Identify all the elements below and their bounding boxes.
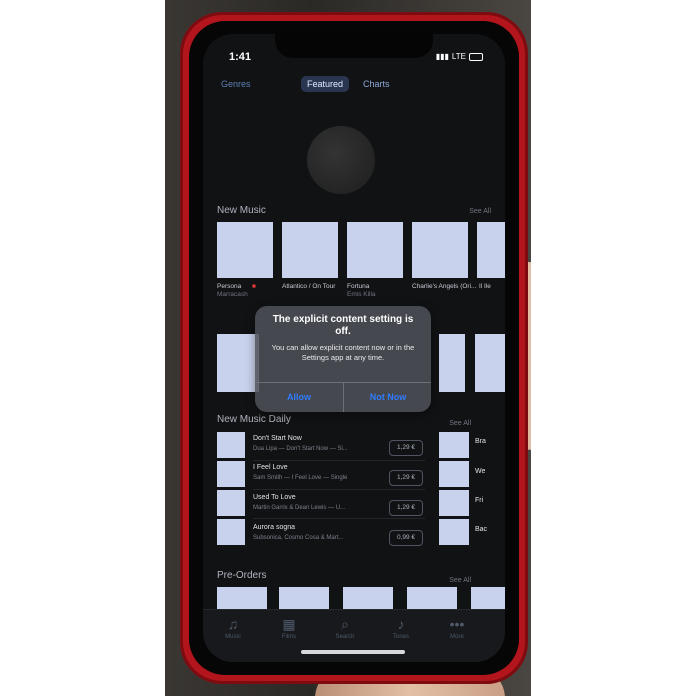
song-title[interactable]: We — [475, 468, 485, 475]
price-button[interactable]: 0,99 € — [389, 530, 423, 546]
lion-logo-icon — [307, 126, 375, 194]
song-artwork[interactable] — [217, 490, 245, 516]
explicit-badge-icon: ■ — [252, 283, 256, 290]
tab-search[interactable]: ⌕ Search — [325, 616, 365, 640]
song-subtitle: Sam Smith — I Feel Love — Single — [253, 475, 348, 481]
explicit-content-alert: The explicit content setting is off. You… — [255, 306, 431, 412]
song-artwork[interactable] — [217, 432, 245, 458]
album-tile[interactable] — [217, 222, 273, 278]
song-subtitle: Subsonica, Cosmo Cosa & Mart... — [253, 535, 344, 541]
song-subtitle: Dua Lipa — Don't Start Now — Si... — [253, 446, 348, 452]
album-title: Persona — [217, 283, 242, 290]
allow-button[interactable]: Allow — [255, 383, 343, 412]
carrier-label: LTE — [451, 52, 466, 61]
home-indicator[interactable] — [301, 650, 405, 654]
tab-label: More — [450, 634, 464, 640]
song-title[interactable]: Bra — [475, 438, 486, 445]
tab-label: Films — [281, 634, 297, 640]
signal-icon: ▮▮▮ — [435, 52, 449, 61]
song-title[interactable]: I Feel Love — [253, 464, 288, 471]
section-title-new-music-daily: New Music Daily — [217, 414, 291, 425]
album-title: Charlie's Angels (Ori... — [412, 283, 477, 290]
song-artwork[interactable] — [439, 461, 469, 487]
album-title: Fortuna — [347, 283, 370, 290]
album-tile[interactable] — [343, 587, 393, 611]
tab-label: Music — [225, 634, 241, 640]
status-icons: ▮▮▮ LTE — [436, 52, 483, 61]
price-button[interactable]: 1,29 € — [389, 470, 423, 486]
battery-icon — [469, 52, 483, 61]
tab-bar: ♫ Music ▦ Films ⌕ Search ♪ Tones ••• Mor… — [203, 609, 505, 662]
section-title-new-music: New Music — [217, 205, 266, 216]
song-artwork[interactable] — [439, 490, 469, 516]
song-subtitle: Martin Garrix & Dean Lewis — U... — [253, 505, 346, 511]
music-note-icon: ♫ — [227, 616, 239, 632]
album-tile[interactable] — [279, 587, 329, 611]
row-divider — [253, 518, 425, 519]
status-time: 1:41 — [229, 51, 252, 63]
tab-featured[interactable]: Featured — [301, 76, 350, 92]
song-title[interactable]: Bac — [475, 526, 487, 533]
search-icon: ⌕ — [341, 616, 349, 632]
film-icon: ▦ — [282, 616, 296, 632]
see-all-pre-orders[interactable]: See All — [449, 577, 471, 584]
playlist-tile[interactable] — [217, 334, 259, 392]
tab-charts[interactable]: Charts — [363, 79, 390, 89]
album-tile[interactable] — [412, 222, 468, 278]
tab-music[interactable]: ♫ Music — [213, 616, 253, 640]
tab-more[interactable]: ••• More — [437, 616, 477, 640]
song-artwork[interactable] — [217, 461, 245, 487]
row-divider — [253, 489, 425, 490]
album-tile[interactable] — [407, 587, 457, 611]
song-artwork[interactable] — [439, 519, 469, 545]
album-tile[interactable] — [282, 222, 338, 278]
song-title[interactable]: Don't Start Now — [253, 435, 302, 442]
section-title-pre-orders: Pre-Orders — [217, 570, 267, 581]
more-icon: ••• — [449, 616, 465, 632]
song-title[interactable]: Used To Love — [253, 494, 296, 501]
see-all-new-music[interactable]: See All — [469, 208, 491, 215]
song-artwork[interactable] — [439, 432, 469, 458]
tab-genres[interactable]: Genres — [221, 79, 251, 89]
tab-tones[interactable]: ♪ Tones — [381, 616, 421, 640]
playlist-tile[interactable] — [475, 334, 505, 392]
album-tile[interactable] — [477, 222, 505, 278]
alert-title: The explicit content setting is off. — [272, 314, 414, 337]
song-artwork[interactable] — [217, 519, 245, 545]
album-title: Il Ile — [479, 283, 491, 290]
album-tile[interactable] — [217, 587, 267, 611]
price-button[interactable]: 1,29 € — [389, 500, 423, 516]
price-button[interactable]: 1,29 € — [389, 440, 423, 456]
album-tile[interactable] — [471, 587, 505, 611]
song-title[interactable]: Fri — [475, 497, 483, 504]
album-artist: Marracash — [217, 291, 248, 298]
see-all-new-music-daily[interactable]: See All — [449, 420, 471, 427]
album-tile[interactable] — [347, 222, 403, 278]
tab-films[interactable]: ▦ Films — [269, 616, 309, 640]
not-now-button[interactable]: Not Now — [344, 383, 432, 412]
alert-message: You can allow explicit content now or in… — [271, 343, 415, 362]
tab-label: Search — [335, 634, 355, 640]
bell-icon: ♪ — [397, 616, 405, 632]
row-divider — [253, 460, 425, 461]
song-title[interactable]: Aurora sogna — [253, 524, 295, 531]
album-title: Atlantico / On Tour — [282, 283, 336, 290]
tab-label: Tones — [392, 634, 409, 640]
album-artist: Emis Killa — [347, 291, 376, 298]
playlist-tile[interactable] — [439, 334, 465, 392]
phone-screen: 1:41 ▮▮▮ LTE Genres Featured Charts New … — [203, 34, 505, 662]
notch — [275, 34, 433, 58]
